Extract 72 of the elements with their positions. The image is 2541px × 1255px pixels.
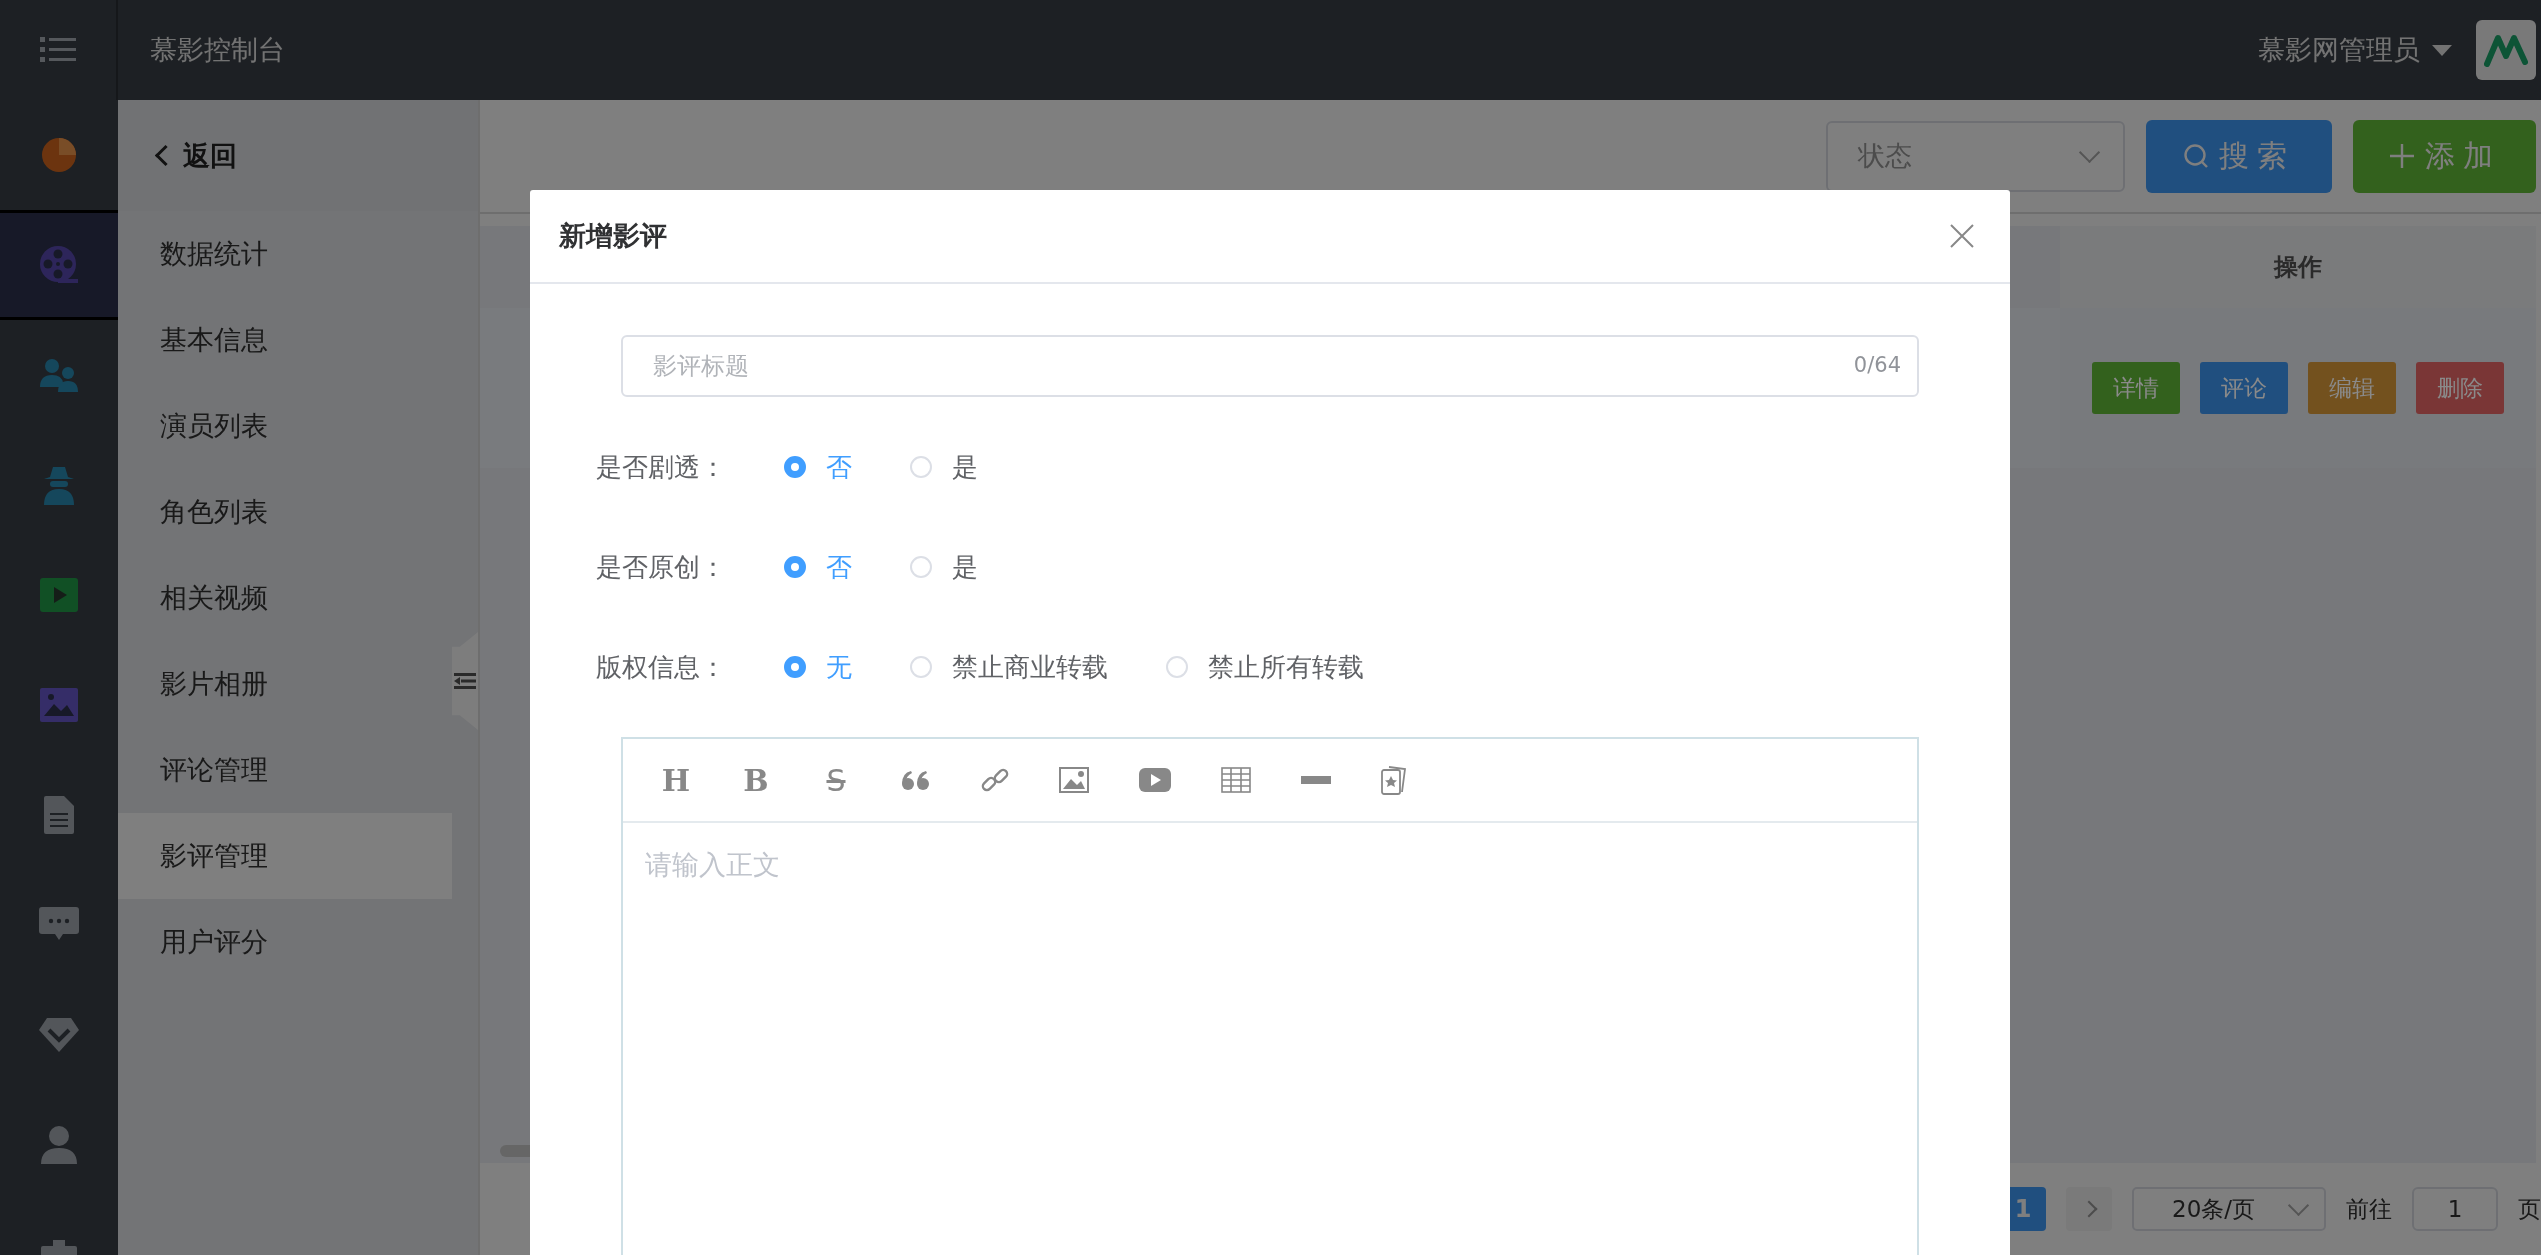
search-button[interactable]: 搜索	[2146, 119, 2332, 193]
field-label: 版权信息：	[596, 650, 727, 684]
submenu-item[interactable]: 评论管理	[118, 727, 452, 813]
submenu-item[interactable]: 相关视频	[118, 555, 452, 641]
radio-label: 否	[826, 550, 852, 584]
radio-label: 禁止商业转载	[952, 650, 1108, 684]
play-icon[interactable]	[1139, 768, 1171, 792]
page-size-select[interactable]: 20条/页	[2132, 1187, 2326, 1231]
user-menu[interactable]: 慕影网管理员	[2258, 32, 2452, 68]
radio-label: 否	[826, 450, 852, 484]
collapse-icon	[454, 673, 476, 689]
app-title: 慕影控制台	[149, 33, 285, 67]
submenu-item[interactable]: 角色列表	[118, 469, 452, 555]
quote-icon[interactable]	[901, 769, 931, 791]
radio-label: 是	[952, 450, 978, 484]
strikethrough-tool[interactable]: S	[821, 762, 851, 798]
image-icon	[40, 688, 78, 722]
document-icon	[44, 796, 74, 834]
character-counter: 0/64	[1853, 353, 1901, 377]
text-editor[interactable]: H B S 请输入正文	[621, 737, 1919, 1255]
field-label: 是否剧透：	[596, 450, 727, 484]
editor-placeholder: 请输入正文	[645, 849, 780, 880]
submenu-item[interactable]: 影片相册	[118, 641, 452, 727]
next-page-button[interactable]	[2066, 1187, 2112, 1231]
link-icon[interactable]	[981, 766, 1009, 794]
row-action-button[interactable]: 详情	[2092, 362, 2180, 414]
image-icon[interactable]	[1059, 767, 1089, 793]
radio-option[interactable]: 否	[784, 449, 852, 485]
radio-option[interactable]: 是	[910, 549, 978, 585]
pie-chart-icon	[39, 135, 79, 175]
submenu-item[interactable]: 演员列表	[118, 383, 452, 469]
close-icon[interactable]	[1950, 224, 1974, 248]
film-reel-icon	[38, 244, 80, 286]
row-action-button[interactable]: 编辑	[2308, 362, 2396, 414]
submenu-item[interactable]: 数据统计	[118, 211, 452, 297]
logo-icon	[2484, 32, 2528, 68]
radio-label: 是	[952, 550, 978, 584]
diamond-icon	[39, 1018, 79, 1052]
radio-option[interactable]: 禁止所有转载	[1166, 649, 1364, 685]
plus-icon	[2388, 143, 2415, 169]
radio-option[interactable]: 禁止商业转载	[910, 649, 1108, 685]
goto-page-field[interactable]: 1	[2412, 1187, 2498, 1231]
dialog-title: 新增影评	[559, 219, 667, 253]
play-icon	[40, 578, 78, 612]
menu-icon	[40, 36, 76, 64]
submenu-item[interactable]: 用户评分	[118, 899, 452, 985]
radio-option[interactable]: 否	[784, 549, 852, 585]
radio-option[interactable]: 是	[910, 449, 978, 485]
radio-button[interactable]	[784, 656, 806, 678]
radio-label: 无	[826, 650, 852, 684]
table-icon[interactable]	[1221, 767, 1251, 793]
field-label: 是否原创：	[596, 550, 727, 584]
radio-label: 禁止所有转载	[1208, 650, 1364, 684]
users-icon	[38, 357, 80, 393]
submenu-item[interactable]: 影评管理	[118, 813, 452, 899]
heading-tool[interactable]: H	[661, 762, 691, 798]
row-action-button[interactable]: 删除	[2416, 362, 2504, 414]
avatar[interactable]	[2476, 20, 2536, 80]
page-suffix: 页	[2518, 1194, 2541, 1224]
row-action-button[interactable]: 评论	[2200, 362, 2288, 414]
goto-label: 前往	[2346, 1194, 2392, 1224]
caret-icon	[2432, 44, 2452, 56]
radio-button[interactable]	[784, 456, 806, 478]
search-icon	[2183, 143, 2209, 169]
star-card-icon[interactable]	[1381, 765, 1407, 795]
hat-person-icon	[42, 465, 76, 505]
bold-tool[interactable]: B	[741, 762, 771, 798]
submenu-item[interactable]: 基本信息	[118, 297, 452, 383]
radio-button[interactable]	[784, 556, 806, 578]
nav-item[interactable]	[0, 210, 118, 320]
user-icon	[41, 1126, 77, 1164]
radio-option[interactable]: 无	[784, 649, 852, 685]
